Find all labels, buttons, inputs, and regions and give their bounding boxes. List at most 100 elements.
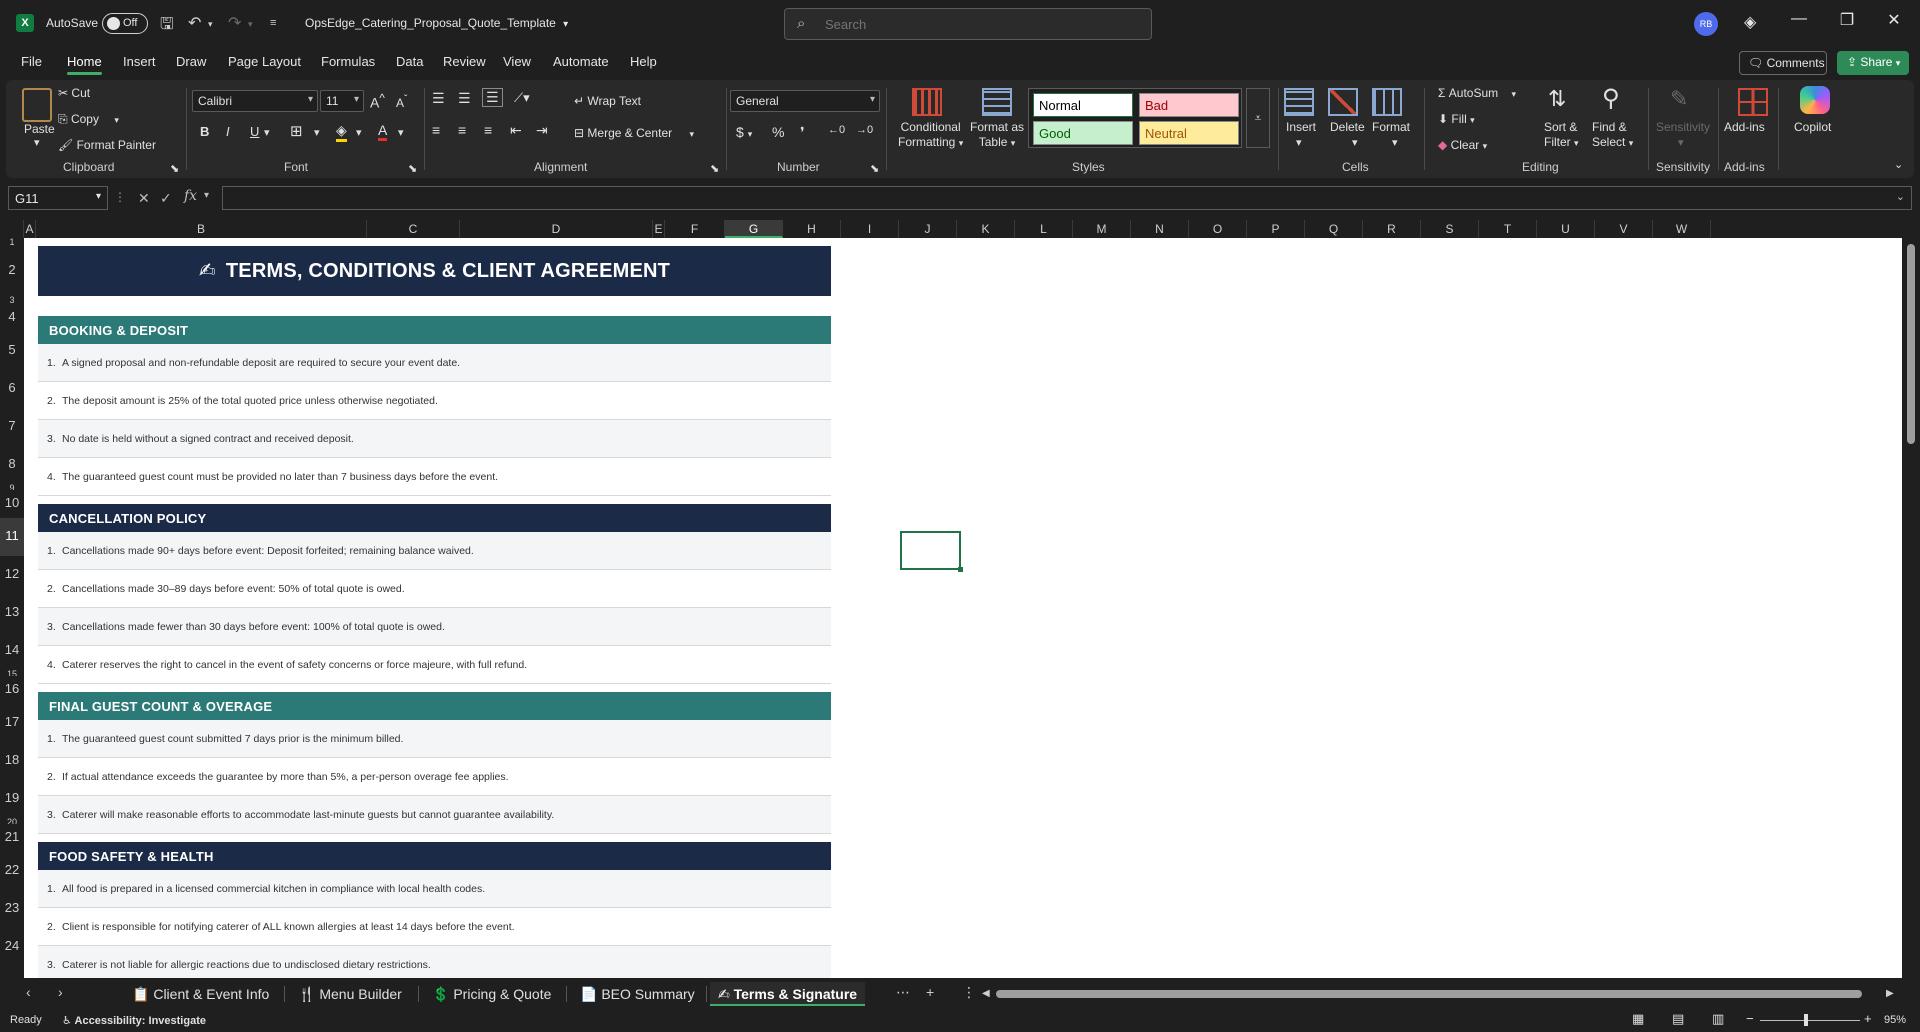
add-ins-icon[interactable] [1738, 88, 1768, 116]
row-header-3[interactable]: 3 [0, 296, 24, 304]
chevron-down-icon[interactable]: ▾ [314, 126, 320, 139]
row-header-19[interactable]: 19 [0, 780, 24, 818]
row-header-23[interactable]: 23 [0, 890, 24, 928]
format-as-table-icon[interactable] [982, 88, 1012, 116]
autosum-button[interactable]: Σ AutoSum ▾ [1438, 86, 1516, 100]
style-normal[interactable]: Normal [1033, 93, 1133, 117]
undo-dropdown-icon[interactable]: ▾ [208, 19, 213, 30]
dialog-launcher-icon[interactable]: ⬊ [870, 162, 879, 175]
comments-button[interactable]: 🗨 Comments [1739, 51, 1827, 75]
column-header-h[interactable]: H [783, 220, 841, 238]
format-painter-button[interactable]: 🖌 Format Painter [58, 138, 156, 152]
column-header-v[interactable]: V [1595, 220, 1653, 238]
insert-function-icon[interactable]: fx [184, 188, 197, 204]
chevron-down-icon[interactable]: ▾ [398, 126, 404, 139]
chevron-down-icon[interactable]: ▾ [204, 190, 209, 201]
column-header-r[interactable]: R [1363, 220, 1421, 238]
row-header-14[interactable]: 14 [0, 632, 24, 670]
add-ins-button[interactable]: Add-ins [1724, 120, 1765, 134]
paste-button[interactable]: Paste [24, 122, 55, 136]
font-color-icon[interactable]: A [378, 122, 388, 141]
row-header-10[interactable]: 10 [0, 490, 24, 518]
sort-filter-button[interactable]: Sort & Filter ▾ [1544, 120, 1579, 151]
menu-file[interactable]: File [21, 54, 42, 69]
format-as-table-button[interactable]: Format as Table ▾ [970, 120, 1024, 151]
style-neutral[interactable]: Neutral [1139, 121, 1239, 145]
insert-cells-button[interactable]: Insert [1286, 120, 1316, 134]
close-icon[interactable]: ✕ [1882, 10, 1906, 30]
chevron-down-icon[interactable]: ▾ [1352, 136, 1358, 149]
avatar[interactable]: RB [1694, 12, 1718, 36]
clear-button[interactable]: ◆ Clear ▾ [1438, 138, 1487, 152]
increase-indent-icon[interactable]: ⇥ [536, 122, 548, 139]
zoom-slider-handle[interactable] [1804, 1014, 1808, 1026]
font-name-dropdown[interactable]: Calibri ▾ [192, 90, 318, 112]
column-header-j[interactable]: J [899, 220, 957, 238]
tab-client-event-info[interactable]: 📋 Client & Event Info [124, 982, 277, 1006]
menu-help[interactable]: Help [630, 54, 657, 69]
menu-formulas[interactable]: Formulas [321, 54, 375, 69]
align-middle-icon[interactable]: ☰ [458, 90, 471, 107]
increase-font-icon[interactable]: A^ [370, 92, 385, 111]
italic-icon[interactable]: I [226, 124, 230, 139]
row-header-6[interactable]: 6 [0, 370, 24, 408]
minimize-icon[interactable]: — [1787, 10, 1811, 28]
align-top-icon[interactable]: ☰ [432, 90, 445, 107]
row-header-4[interactable]: 4 [0, 304, 24, 332]
tab-options-icon[interactable]: ⋮ [962, 984, 976, 1001]
wrap-text-button[interactable]: ↵ Wrap Text [574, 94, 641, 108]
insert-cells-icon[interactable] [1284, 88, 1314, 116]
column-header-d[interactable]: D [460, 220, 653, 238]
zoom-out-icon[interactable]: − [1746, 1011, 1754, 1026]
accessibility-button[interactable]: ♿ Accessibility: Investigate [62, 1014, 206, 1027]
share-button[interactable]: ⇪ Share ▾ [1837, 51, 1909, 75]
align-left-icon[interactable]: ≡ [432, 122, 440, 138]
row-header-2[interactable]: 2 [0, 246, 24, 296]
conditional-formatting-icon[interactable] [912, 88, 942, 116]
delete-cells-icon[interactable] [1328, 88, 1358, 116]
more-sheets-icon[interactable]: ⋯ [896, 984, 910, 1001]
vertical-scrollbar[interactable] [1902, 238, 1920, 978]
menu-home[interactable]: Home [67, 54, 102, 75]
row-header-22[interactable]: 22 [0, 852, 24, 890]
number-format-dropdown[interactable]: General ▾ [730, 90, 880, 112]
find-select-button[interactable]: Find & Select ▾ [1592, 120, 1633, 151]
enter-icon[interactable]: ✓ [160, 190, 172, 207]
row-header-12[interactable]: 12 [0, 556, 24, 594]
undo-icon[interactable]: ↶ [188, 13, 201, 33]
autosave-toggle[interactable]: Off [102, 13, 148, 34]
chevron-down-icon[interactable]: ▾ [34, 136, 40, 149]
copilot-button[interactable]: Copilot [1794, 120, 1831, 134]
paste-icon[interactable] [22, 88, 52, 122]
page-break-view-icon[interactable]: ▥ [1712, 1011, 1724, 1027]
column-header-w[interactable]: W [1653, 220, 1711, 238]
prev-sheet-icon[interactable]: ‹ [26, 984, 31, 1000]
column-header-n[interactable]: N [1131, 220, 1189, 238]
row-header-1[interactable]: 1 [0, 238, 24, 246]
format-cells-button[interactable]: Format [1372, 120, 1410, 134]
redo-dropdown-icon[interactable]: ▾ [248, 19, 253, 30]
increase-decimal-icon[interactable]: ←0 [828, 124, 845, 136]
scroll-right-icon[interactable]: ▶ [1886, 988, 1894, 999]
restore-icon[interactable]: ❐ [1835, 10, 1859, 30]
menu-view[interactable]: View [503, 54, 531, 69]
align-right-icon[interactable]: ≡ [484, 122, 492, 138]
row-header-13[interactable]: 13 [0, 594, 24, 632]
menu-insert[interactable]: Insert [123, 54, 156, 69]
column-header-s[interactable]: S [1421, 220, 1479, 238]
collapse-ribbon-icon[interactable]: ⌄ [1894, 158, 1903, 171]
column-header-q[interactable]: Q [1305, 220, 1363, 238]
tab-terms-signature[interactable]: ✍ Terms & Signature [710, 982, 866, 1006]
dialog-launcher-icon[interactable]: ⬊ [408, 162, 417, 175]
add-sheet-icon[interactable]: + [926, 984, 934, 1000]
scroll-left-icon[interactable]: ◀ [982, 988, 990, 999]
conditional-formatting-button[interactable]: Conditional Formatting ▾ [898, 120, 963, 151]
decrease-decimal-icon[interactable]: →0 [856, 124, 873, 136]
fill-button[interactable]: ⬇ Fill ▾ [1438, 112, 1475, 126]
redo-icon[interactable]: ↷ [228, 13, 241, 33]
column-header-m[interactable]: M [1073, 220, 1131, 238]
column-header-p[interactable]: P [1247, 220, 1305, 238]
column-header-g[interactable]: G [725, 220, 783, 238]
column-header-k[interactable]: K [957, 220, 1015, 238]
row-header-8[interactable]: 8 [0, 446, 24, 484]
